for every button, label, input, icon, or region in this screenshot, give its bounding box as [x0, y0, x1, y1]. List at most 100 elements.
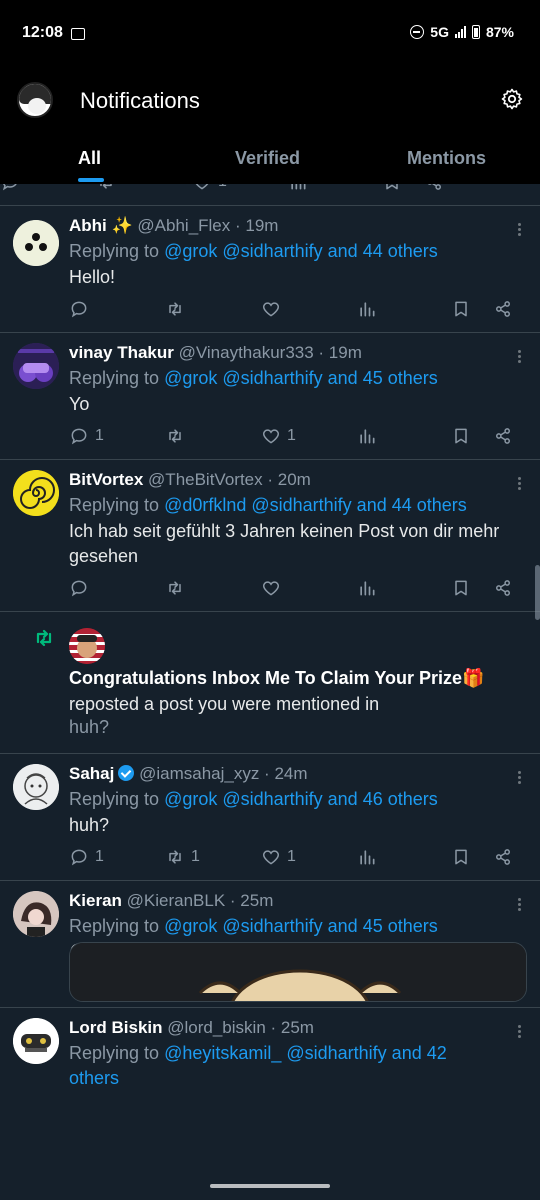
repost-button[interactable]: [165, 578, 191, 598]
repost-notification[interactable]: Congratulations Inbox Me To Claim Your P…: [0, 612, 540, 754]
reply-button[interactable]: 1: [69, 426, 104, 446]
like-count: 1: [287, 848, 296, 865]
tab-verified[interactable]: Verified: [235, 148, 300, 169]
author-name[interactable]: Sahaj: [69, 764, 114, 783]
share-button[interactable]: [424, 184, 444, 192]
views-button[interactable]: [357, 578, 377, 598]
bookmark-icon: [451, 847, 471, 867]
avatar[interactable]: [13, 470, 59, 516]
reply-mentions[interactable]: @grok @sidharthify and 44 others: [164, 241, 438, 261]
reply-mentions[interactable]: @grok @sidharthify and 46 others: [164, 789, 438, 809]
avatar-image: [13, 470, 59, 516]
views-icon: [357, 426, 377, 446]
notifications-feed[interactable]: 1 Abhi ✨ @Abhi_Flex · 19m Replying to @g…: [0, 184, 540, 1200]
share-button[interactable]: [493, 847, 513, 867]
list-item[interactable]: Abhi ✨ @Abhi_Flex · 19m Replying to @gro…: [0, 206, 540, 333]
more-options-icon[interactable]: [518, 898, 522, 912]
avatar[interactable]: [13, 891, 59, 937]
like-button[interactable]: [261, 299, 287, 319]
more-options-icon[interactable]: [518, 1025, 522, 1039]
author-name[interactable]: Abhi ✨: [69, 216, 133, 235]
like-button[interactable]: 1: [261, 426, 296, 446]
share-button[interactable]: [493, 578, 513, 598]
avatar[interactable]: [13, 343, 59, 389]
tab-mentions[interactable]: Mentions: [407, 148, 486, 169]
reposter-name[interactable]: Congratulations Inbox Me To Claim Your P…: [69, 668, 484, 689]
author-name[interactable]: Kieran: [69, 891, 122, 910]
like-icon: [192, 184, 212, 192]
list-item[interactable]: BitVortex @TheBitVortex · 20m Replying t…: [0, 460, 540, 612]
repost-count: 1: [191, 848, 200, 865]
reply-mentions[interactable]: @d0rfklnd @sidharthify and 44 others: [164, 495, 467, 515]
like-icon: [261, 426, 281, 446]
reply-button[interactable]: 1: [69, 847, 104, 867]
scrollbar[interactable]: [535, 565, 540, 620]
share-icon: [493, 847, 513, 867]
author-handle: @TheBitVortex · 20m: [148, 470, 311, 489]
bookmark-button[interactable]: [451, 426, 471, 446]
views-icon: [357, 847, 377, 867]
like-button[interactable]: 1: [192, 184, 227, 192]
post-media-image[interactable]: [69, 942, 527, 1002]
tab-all[interactable]: All: [78, 148, 101, 169]
views-button[interactable]: [357, 847, 377, 867]
like-button[interactable]: 1: [261, 847, 296, 867]
author-name[interactable]: Lord Biskin: [69, 1018, 163, 1037]
avatar-image: [13, 891, 59, 937]
avatar[interactable]: [69, 628, 105, 664]
avatar[interactable]: [13, 1018, 59, 1064]
reply-icon: [69, 299, 89, 319]
reply-mentions[interactable]: @grok @sidharthify and 45 others: [164, 368, 438, 388]
reply-prefix: Replying to: [69, 241, 165, 261]
views-icon: [288, 184, 308, 192]
notification-tabs: All Verified Mentions: [0, 140, 540, 184]
post-actions: [69, 578, 521, 602]
views-button[interactable]: [288, 184, 308, 192]
bookmark-button[interactable]: [451, 847, 471, 867]
more-options-icon[interactable]: [518, 223, 522, 237]
bookmark-button[interactable]: [382, 184, 402, 192]
reply-button[interactable]: [0, 184, 20, 192]
list-item[interactable]: Lord Biskin @lord_biskin · 25m Replying …: [0, 1008, 540, 1200]
post-body: Abhi ✨ @Abhi_Flex · 19m Replying to @gro…: [69, 215, 520, 290]
more-options-icon[interactable]: [518, 477, 522, 491]
bookmark-button[interactable]: [451, 299, 471, 319]
avatar[interactable]: [13, 764, 59, 810]
share-button[interactable]: [493, 426, 513, 446]
profile-avatar[interactable]: [17, 82, 53, 118]
reply-icon: [69, 847, 89, 867]
author-name[interactable]: vinay Thakur: [69, 343, 174, 362]
avatar-image: [13, 220, 59, 266]
reply-button[interactable]: [69, 299, 95, 319]
share-button[interactable]: [493, 299, 513, 319]
status-right: 5G 87%: [410, 24, 514, 40]
views-button[interactable]: [357, 299, 377, 319]
share-icon: [424, 184, 444, 192]
reply-count: 1: [95, 427, 104, 444]
reply-mentions[interactable]: @grok @sidharthify and 45 others: [164, 916, 438, 936]
share-icon: [493, 426, 513, 446]
like-button[interactable]: [261, 578, 287, 598]
settings-gear-icon[interactable]: [500, 87, 524, 111]
more-options-icon[interactable]: [518, 350, 522, 364]
repost-button[interactable]: [165, 426, 191, 446]
reply-icon: [69, 426, 89, 446]
repost-button[interactable]: 1: [165, 847, 200, 867]
list-item[interactable]: Sahaj @iamsahaj_xyz · 24m Replying to @g…: [0, 754, 540, 881]
bookmark-button[interactable]: [451, 578, 471, 598]
like-icon: [261, 299, 281, 319]
author-handle: @lord_biskin · 25m: [167, 1018, 314, 1037]
views-button[interactable]: [357, 426, 377, 446]
home-indicator[interactable]: [210, 1184, 330, 1188]
more-options-icon[interactable]: [518, 771, 522, 785]
repost-button[interactable]: [96, 184, 116, 192]
repost-button[interactable]: [165, 299, 191, 319]
active-tab-indicator: [78, 178, 104, 182]
list-item[interactable]: vinay Thakur @Vinaythakur333 · 19m Reply…: [0, 333, 540, 460]
network-type: 5G: [430, 24, 449, 40]
reply-button[interactable]: [69, 578, 95, 598]
avatar[interactable]: [13, 220, 59, 266]
author-name[interactable]: BitVortex: [69, 470, 143, 489]
reply-count: 1: [95, 848, 104, 865]
status-bar: 12:08 5G 87%: [0, 0, 540, 70]
